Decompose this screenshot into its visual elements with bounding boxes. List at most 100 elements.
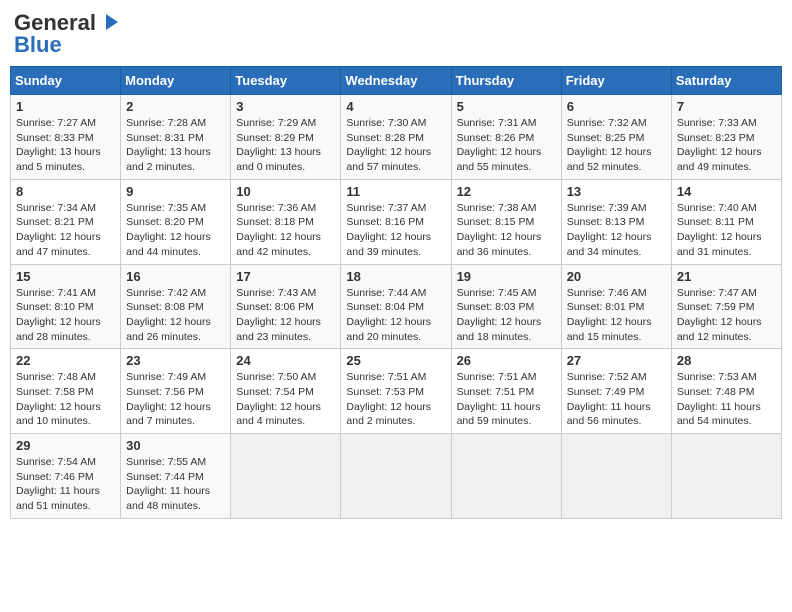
calendar-cell xyxy=(561,434,671,519)
calendar-cell: 13 Sunrise: 7:39 AMSunset: 8:13 PMDayligh… xyxy=(561,179,671,264)
day-number: 4 xyxy=(346,99,445,114)
calendar-cell: 16 Sunrise: 7:42 AMSunset: 8:08 PMDayligh… xyxy=(121,264,231,349)
calendar-cell: 23 Sunrise: 7:49 AMSunset: 7:56 PMDayligh… xyxy=(121,349,231,434)
calendar-cell: 29 Sunrise: 7:54 AMSunset: 7:46 PMDayligh… xyxy=(11,434,121,519)
day-number: 14 xyxy=(677,184,776,199)
day-info: Sunrise: 7:55 AMSunset: 7:44 PMDaylight:… xyxy=(126,455,225,514)
calendar-cell: 5 Sunrise: 7:31 AMSunset: 8:26 PMDaylight… xyxy=(451,95,561,180)
calendar-cell: 27 Sunrise: 7:52 AMSunset: 7:49 PMDayligh… xyxy=(561,349,671,434)
day-number: 12 xyxy=(457,184,556,199)
day-info: Sunrise: 7:54 AMSunset: 7:46 PMDaylight:… xyxy=(16,455,115,514)
header-cell-thursday: Thursday xyxy=(451,67,561,95)
day-info: Sunrise: 7:31 AMSunset: 8:26 PMDaylight:… xyxy=(457,116,556,175)
header-cell-monday: Monday xyxy=(121,67,231,95)
calendar-cell: 18 Sunrise: 7:44 AMSunset: 8:04 PMDayligh… xyxy=(341,264,451,349)
calendar-cell: 26 Sunrise: 7:51 AMSunset: 7:51 PMDayligh… xyxy=(451,349,561,434)
calendar-cell: 21 Sunrise: 7:47 AMSunset: 7:59 PMDayligh… xyxy=(671,264,781,349)
day-number: 20 xyxy=(567,269,666,284)
day-number: 28 xyxy=(677,353,776,368)
day-number: 21 xyxy=(677,269,776,284)
page-header: General Blue xyxy=(10,10,782,58)
calendar-cell: 12Sunrise: 7:38 AMSunset: 8:15 PMDayligh… xyxy=(451,179,561,264)
calendar-cell xyxy=(341,434,451,519)
calendar-cell xyxy=(671,434,781,519)
calendar-cell: 24 Sunrise: 7:50 AMSunset: 7:54 PMDayligh… xyxy=(231,349,341,434)
day-info: Sunrise: 7:51 AMSunset: 7:51 PMDaylight:… xyxy=(457,370,556,429)
header-row: SundayMondayTuesdayWednesdayThursdayFrid… xyxy=(11,67,782,95)
day-info: Sunrise: 7:47 AMSunset: 7:59 PMDaylight:… xyxy=(677,286,776,345)
day-info: Sunrise: 7:52 AMSunset: 7:49 PMDaylight:… xyxy=(567,370,666,429)
day-number: 27 xyxy=(567,353,666,368)
day-info: Sunrise: 7:34 AMSunset: 8:21 PMDaylight:… xyxy=(16,201,115,260)
day-number: 24 xyxy=(236,353,335,368)
day-number: 8 xyxy=(16,184,115,199)
day-info: Sunrise: 7:41 AMSunset: 8:10 PMDaylight:… xyxy=(16,286,115,345)
calendar-cell: 10 Sunrise: 7:36 AMSunset: 8:18 PMDayligh… xyxy=(231,179,341,264)
header-cell-saturday: Saturday xyxy=(671,67,781,95)
day-info: Sunrise: 7:42 AMSunset: 8:08 PMDaylight:… xyxy=(126,286,225,345)
calendar-cell: 6 Sunrise: 7:32 AMSunset: 8:25 PMDaylight… xyxy=(561,95,671,180)
day-info: Sunrise: 7:45 AMSunset: 8:03 PMDaylight:… xyxy=(457,286,556,345)
day-number: 15 xyxy=(16,269,115,284)
logo: General Blue xyxy=(14,10,120,58)
calendar-cell xyxy=(451,434,561,519)
calendar-cell: 4 Sunrise: 7:30 AMSunset: 8:28 PMDaylight… xyxy=(341,95,451,180)
day-info: Sunrise: 7:50 AMSunset: 7:54 PMDaylight:… xyxy=(236,370,335,429)
day-number: 6 xyxy=(567,99,666,114)
day-info: Sunrise: 7:29 AMSunset: 8:29 PMDaylight:… xyxy=(236,116,335,175)
calendar-cell: 30 Sunrise: 7:55 AMSunset: 7:44 PMDayligh… xyxy=(121,434,231,519)
calendar-cell: 19 Sunrise: 7:45 AMSunset: 8:03 PMDayligh… xyxy=(451,264,561,349)
calendar-cell: 20 Sunrise: 7:46 AMSunset: 8:01 PMDayligh… xyxy=(561,264,671,349)
day-info: Sunrise: 7:30 AMSunset: 8:28 PMDaylight:… xyxy=(346,116,445,175)
calendar-cell: 8 Sunrise: 7:34 AMSunset: 8:21 PMDaylight… xyxy=(11,179,121,264)
day-info: Sunrise: 7:53 AMSunset: 7:48 PMDaylight:… xyxy=(677,370,776,429)
header-cell-wednesday: Wednesday xyxy=(341,67,451,95)
calendar-cell: 11Sunrise: 7:37 AMSunset: 8:16 PMDayligh… xyxy=(341,179,451,264)
calendar-week-1: 1Sunrise: 7:27 AMSunset: 8:33 PMDaylight… xyxy=(11,95,782,180)
header-cell-tuesday: Tuesday xyxy=(231,67,341,95)
calendar-cell: 7Sunrise: 7:33 AMSunset: 8:23 PMDaylight… xyxy=(671,95,781,180)
day-info: Sunrise: 7:48 AMSunset: 7:58 PMDaylight:… xyxy=(16,370,115,429)
day-number: 26 xyxy=(457,353,556,368)
day-info: Sunrise: 7:28 AMSunset: 8:31 PMDaylight:… xyxy=(126,116,225,175)
day-number: 23 xyxy=(126,353,225,368)
calendar-cell: 14 Sunrise: 7:40 AMSunset: 8:11 PMDayligh… xyxy=(671,179,781,264)
day-number: 7 xyxy=(677,99,776,114)
header-cell-sunday: Sunday xyxy=(11,67,121,95)
calendar-cell: 9Sunrise: 7:35 AMSunset: 8:20 PMDaylight… xyxy=(121,179,231,264)
day-number: 18 xyxy=(346,269,445,284)
calendar-cell: 3 Sunrise: 7:29 AMSunset: 8:29 PMDaylight… xyxy=(231,95,341,180)
calendar-cell: 28 Sunrise: 7:53 AMSunset: 7:48 PMDayligh… xyxy=(671,349,781,434)
day-number: 25 xyxy=(346,353,445,368)
calendar-cell: 25 Sunrise: 7:51 AMSunset: 7:53 PMDayligh… xyxy=(341,349,451,434)
calendar-cell: 17Sunrise: 7:43 AMSunset: 8:06 PMDayligh… xyxy=(231,264,341,349)
calendar-cell: 22 Sunrise: 7:48 AMSunset: 7:58 PMDayligh… xyxy=(11,349,121,434)
day-info: Sunrise: 7:35 AMSunset: 8:20 PMDaylight:… xyxy=(126,201,225,260)
day-number: 3 xyxy=(236,99,335,114)
day-info: Sunrise: 7:36 AMSunset: 8:18 PMDaylight:… xyxy=(236,201,335,260)
day-info: Sunrise: 7:27 AMSunset: 8:33 PMDaylight:… xyxy=(16,116,115,175)
day-number: 29 xyxy=(16,438,115,453)
day-info: Sunrise: 7:51 AMSunset: 7:53 PMDaylight:… xyxy=(346,370,445,429)
day-number: 5 xyxy=(457,99,556,114)
day-number: 22 xyxy=(16,353,115,368)
calendar-week-3: 15 Sunrise: 7:41 AMSunset: 8:10 PMDayligh… xyxy=(11,264,782,349)
day-info: Sunrise: 7:39 AMSunset: 8:13 PMDaylight:… xyxy=(567,201,666,260)
day-number: 13 xyxy=(567,184,666,199)
day-info: Sunrise: 7:49 AMSunset: 7:56 PMDaylight:… xyxy=(126,370,225,429)
calendar-table: SundayMondayTuesdayWednesdayThursdayFrid… xyxy=(10,66,782,519)
header-cell-friday: Friday xyxy=(561,67,671,95)
day-info: Sunrise: 7:32 AMSunset: 8:25 PMDaylight:… xyxy=(567,116,666,175)
calendar-week-5: 29 Sunrise: 7:54 AMSunset: 7:46 PMDayligh… xyxy=(11,434,782,519)
day-number: 19 xyxy=(457,269,556,284)
calendar-week-4: 22 Sunrise: 7:48 AMSunset: 7:58 PMDayligh… xyxy=(11,349,782,434)
day-info: Sunrise: 7:44 AMSunset: 8:04 PMDaylight:… xyxy=(346,286,445,345)
day-number: 2 xyxy=(126,99,225,114)
day-number: 10 xyxy=(236,184,335,199)
day-number: 16 xyxy=(126,269,225,284)
calendar-cell xyxy=(231,434,341,519)
day-info: Sunrise: 7:46 AMSunset: 8:01 PMDaylight:… xyxy=(567,286,666,345)
day-number: 30 xyxy=(126,438,225,453)
day-info: Sunrise: 7:40 AMSunset: 8:11 PMDaylight:… xyxy=(677,201,776,260)
day-info: Sunrise: 7:37 AMSunset: 8:16 PMDaylight:… xyxy=(346,201,445,260)
